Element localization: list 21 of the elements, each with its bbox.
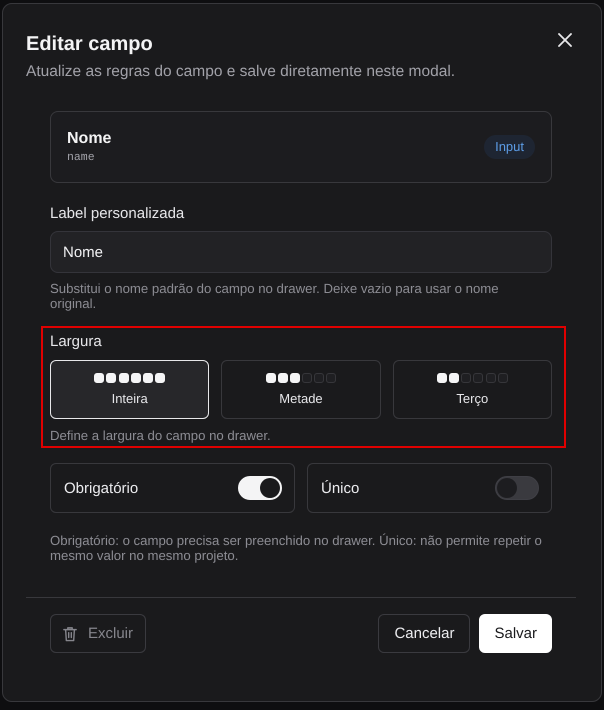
field-type-badge: Input (484, 135, 535, 159)
save-button[interactable]: Salvar (479, 614, 552, 653)
dialog-subtitle: Atualize as regras do campo e salve diretamente neste modal. (26, 63, 456, 81)
dialog-title: Editar campo (26, 32, 154, 56)
width-option[interactable]: Inteira (50, 360, 210, 419)
custom-label-input[interactable]: Nome (50, 231, 552, 273)
toggle-switch[interactable] (495, 476, 539, 500)
toggle-label: Único (321, 480, 360, 496)
close-icon[interactable] (558, 33, 572, 47)
toggle-label: Obrigatório (64, 480, 138, 496)
width-help: Define a largura do campo no drawer. (50, 428, 272, 443)
toggles-help: Obrigatório: o campo precisa ser preenchido no drawer. Único: não permite repetir o mesmo valor no mesmo projeto. (50, 533, 543, 563)
width-option[interactable]: Terço (392, 360, 552, 419)
trash-icon (63, 626, 77, 642)
cancel-button[interactable]: Cancelar (378, 614, 470, 653)
custom-label-help: Substitui o nome padrão do campo no drawer. Deixe vazio para usar o nome original. (50, 281, 500, 311)
custom-label-heading: Label personalizada (50, 205, 186, 223)
width-option[interactable]: Metade (221, 360, 381, 419)
field-key: name (67, 150, 112, 164)
width-heading: Largura (50, 333, 103, 351)
field-name: Nome (67, 130, 112, 148)
